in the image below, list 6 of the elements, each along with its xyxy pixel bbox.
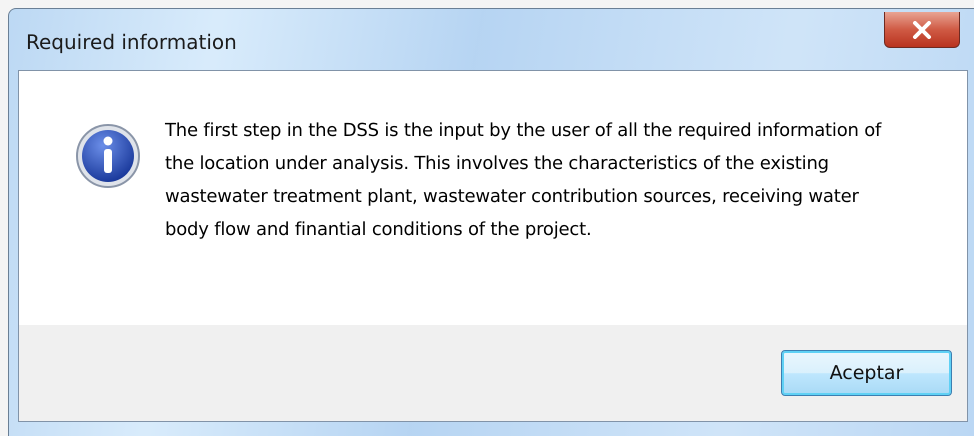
close-button[interactable] bbox=[884, 12, 960, 48]
accept-button[interactable]: Aceptar bbox=[781, 350, 952, 396]
close-icon bbox=[911, 20, 933, 38]
info-icon bbox=[75, 123, 141, 189]
window-title: Required information bbox=[25, 28, 237, 54]
message-text: The first step in the DSS is the input by the user of all the required information of the location under analysis. This involves the characteristics of the existing wastewater treatment plant, wastewater contribution sources, receiving water body flow and finantial conditions of the project. bbox=[165, 119, 883, 242]
